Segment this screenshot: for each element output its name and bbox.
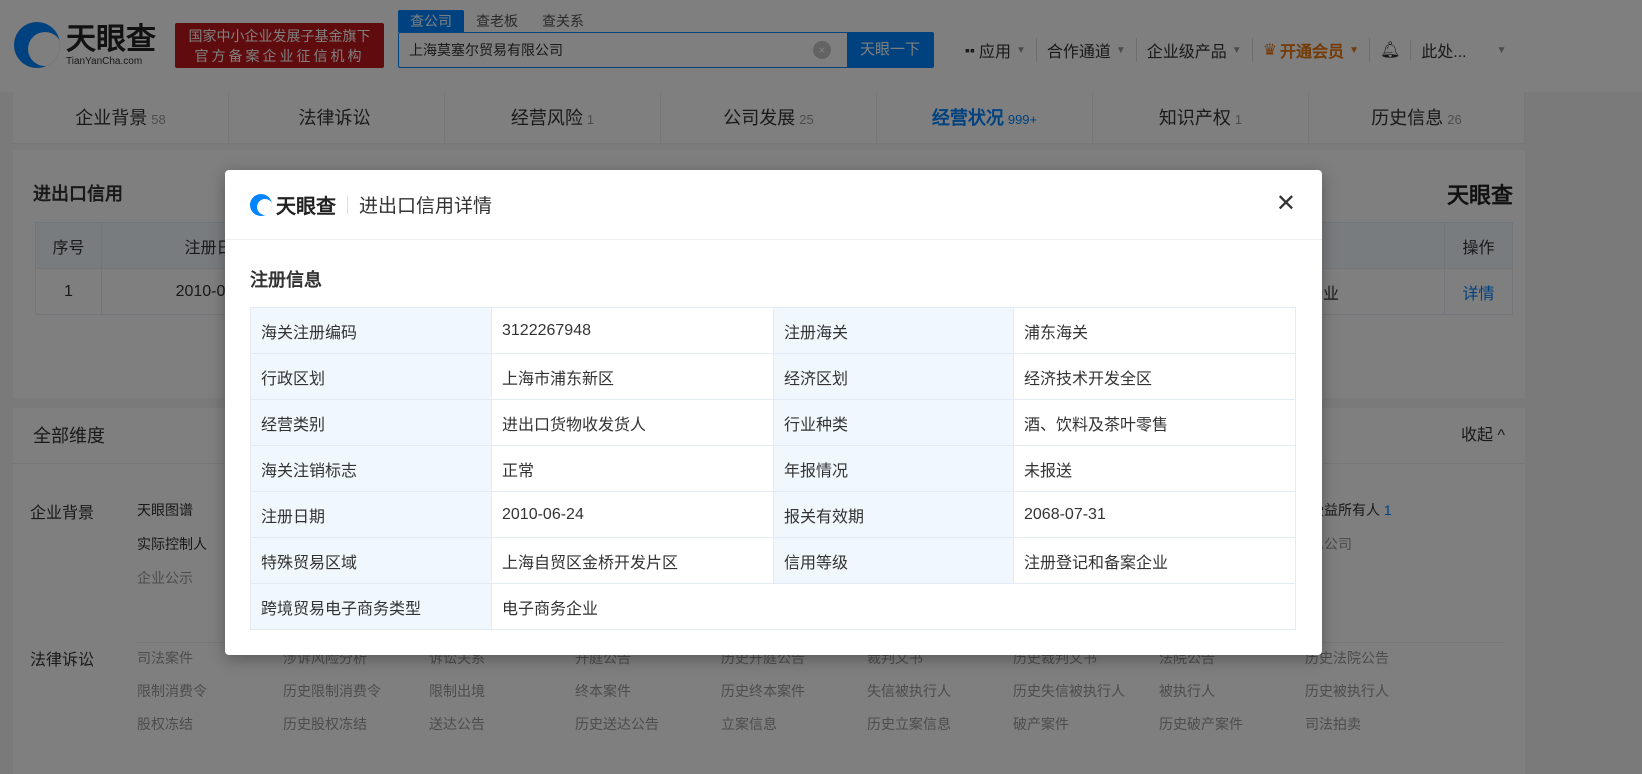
field-label: 经营类别 xyxy=(250,399,492,446)
field-label: 跨境贸易电子商务类型 xyxy=(250,583,492,630)
field-label: 年报情况 xyxy=(773,445,1014,492)
field-value: 浦东海关 xyxy=(1013,307,1296,354)
field-value: 进出口货物收发货人 xyxy=(491,399,774,446)
logo-text: 天眼查 xyxy=(276,196,336,218)
divider xyxy=(347,195,348,214)
table-row: 经营类别 进出口货物收发货人 行业种类 酒、饮料及茶叶零售 xyxy=(250,399,1296,446)
field-label: 海关注册编码 xyxy=(250,307,492,354)
field-label: 报关有效期 xyxy=(773,491,1014,538)
field-label: 海关注销标志 xyxy=(250,445,492,492)
logo-icon xyxy=(250,193,272,216)
field-value: 未报送 xyxy=(1013,445,1296,492)
field-value: 正常 xyxy=(491,445,774,492)
field-label: 注册日期 xyxy=(250,491,492,538)
field-label: 行政区划 xyxy=(250,353,492,400)
table-row: 注册日期 2010-06-24 报关有效期 2068-07-31 xyxy=(250,491,1296,538)
modal-title: 进出口信用详情 xyxy=(359,196,493,217)
registration-info-table: 海关注册编码 3122267948 注册海关 浦东海关 行政区划 上海市浦东新区 经济区划经… xyxy=(250,307,1296,630)
section-title: 注册信息 xyxy=(250,270,322,290)
field-label: 经济区划 xyxy=(773,353,1014,400)
field-label: 注册海关 xyxy=(773,307,1014,354)
table-row: 特殊贸易区域 上海自贸区金桥开发片区 信用等级 注册登记和备案企业 xyxy=(250,537,1296,584)
field-value: 电子商务企业 xyxy=(491,583,1296,630)
table-row: 海关注销标志 正常 年报情况 未报送 xyxy=(250,445,1296,492)
field-value: 酒、饮料及茶叶零售 xyxy=(1013,399,1296,446)
field-value: 经济技术开发全区 xyxy=(1013,353,1296,400)
field-value: 上海市浦东新区 xyxy=(491,353,774,400)
close-icon[interactable]: ✕ xyxy=(1276,192,1296,216)
modal-logo: 天眼查 xyxy=(250,190,336,219)
table-row: 海关注册编码 3122267948 注册海关 浦东海关 xyxy=(250,307,1296,354)
table-row: 行政区划 上海市浦东新区 经济区划 经济技术开发全区 xyxy=(250,353,1296,400)
field-label: 信用等级 xyxy=(773,537,1014,584)
field-label: 特殊贸易区域 xyxy=(250,537,492,584)
field-label: 行业种类 xyxy=(773,399,1014,446)
table-row: 跨境贸易电子商务类型 电子商务企业 xyxy=(250,583,1296,630)
credit-detail-modal: 天眼查 进出口信用详情 ✕ 注册信息 海关注册编码 3122267948 注册海关浦… xyxy=(225,170,1322,655)
field-value: 2010-06-24 xyxy=(491,491,774,538)
field-value: 2068-07-31 xyxy=(1013,491,1296,538)
field-value: 3122267948 xyxy=(491,307,774,354)
field-value: 注册登记和备案企业 xyxy=(1013,537,1296,584)
field-value: 上海自贸区金桥开发片区 xyxy=(491,537,774,584)
